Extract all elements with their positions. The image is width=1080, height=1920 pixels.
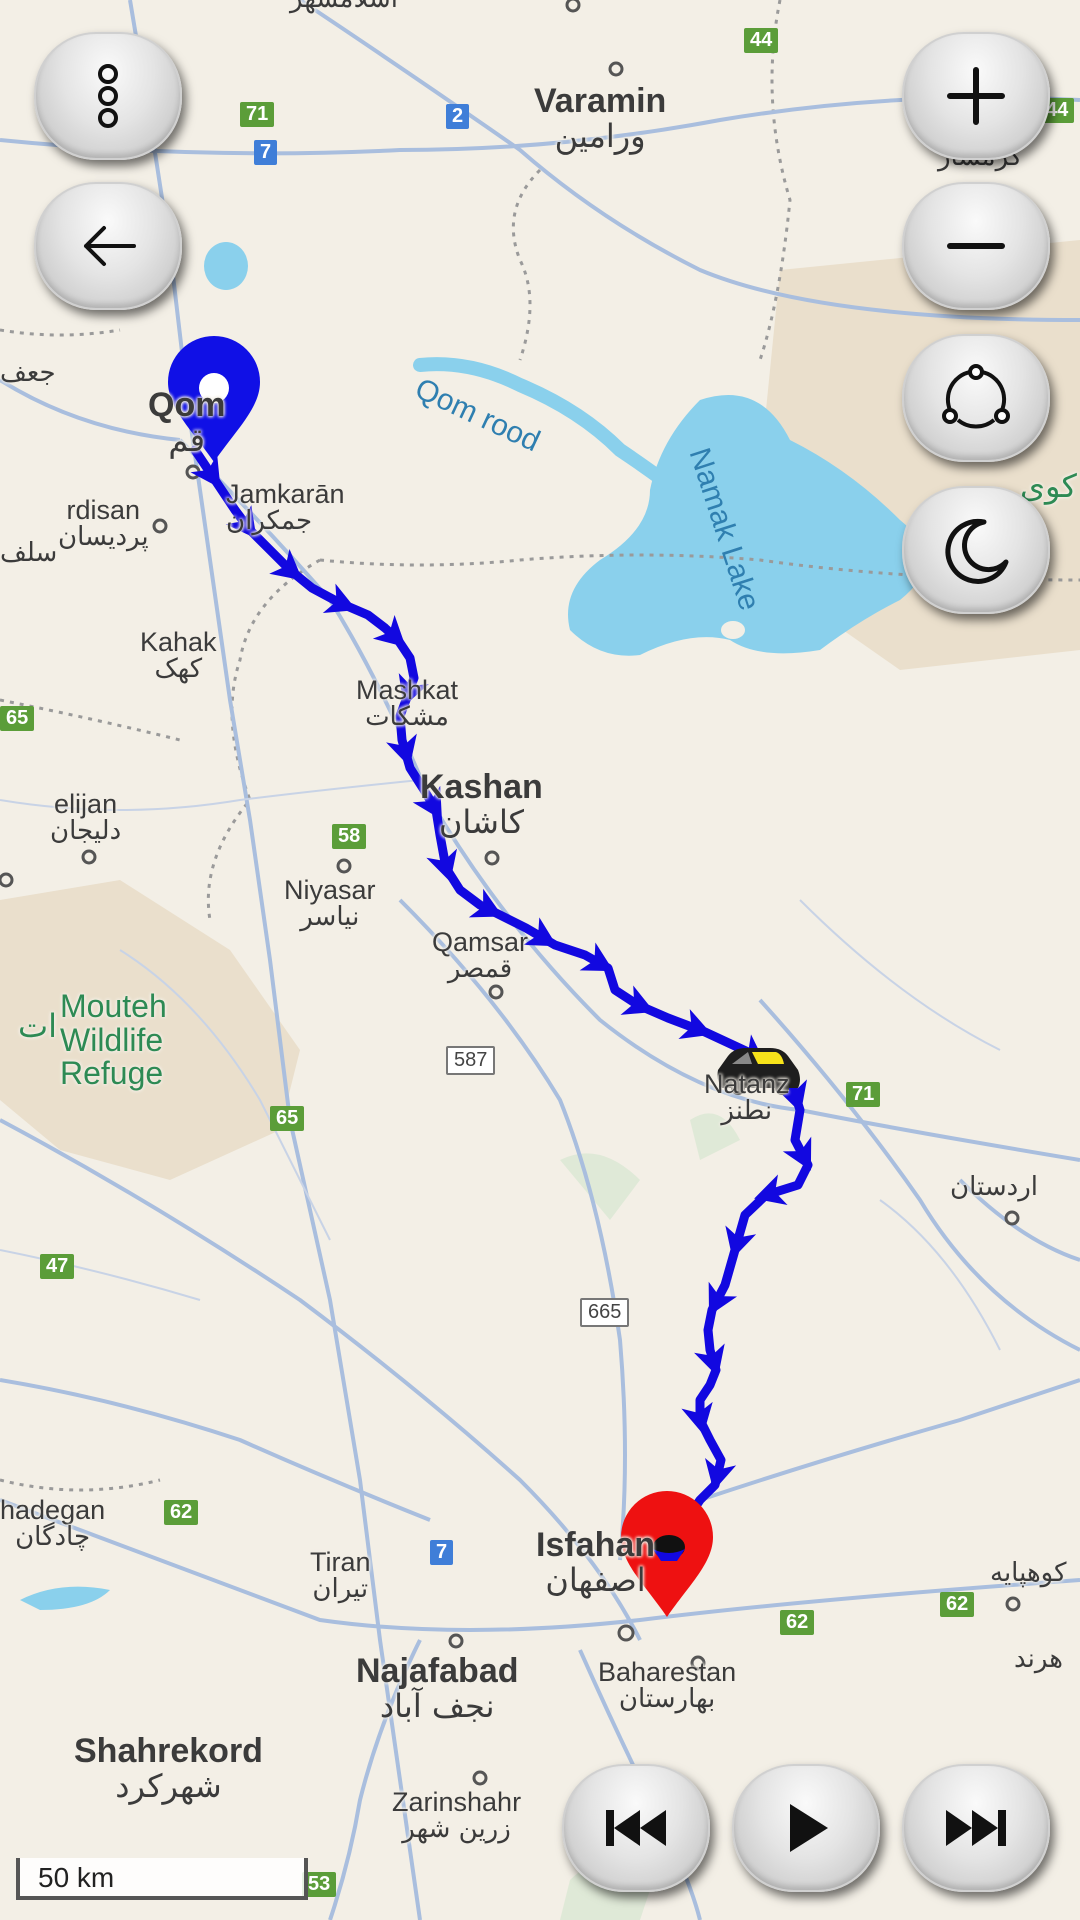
place-label-east-park: ی مل کوی xyxy=(1020,467,1080,505)
minus-icon xyxy=(947,243,1005,249)
place-label-jamkaran: Jamkarān جمکران xyxy=(226,479,345,537)
place-label-qom: Qom قم xyxy=(148,386,226,459)
play-button[interactable] xyxy=(732,1764,880,1892)
place-label-zarinshahr: Zarinshahr زرین شهر xyxy=(392,1787,522,1845)
place-label-qamsar: Qamsar قمصر xyxy=(432,927,529,985)
place-label-mouteh-fa: ات xyxy=(18,1007,58,1045)
road-shield: 2 xyxy=(446,104,470,129)
skip-forward-button[interactable] xyxy=(902,1764,1050,1892)
share-icon xyxy=(942,364,1010,429)
road-shield: 65 xyxy=(270,1106,305,1131)
place-label-chadegan: hadegan چادگان xyxy=(0,1495,106,1553)
plus-icon xyxy=(947,67,1005,125)
arrow-left-icon xyxy=(84,226,136,266)
road-shield: 44 xyxy=(744,28,779,53)
moon-icon xyxy=(945,518,1009,584)
road-shield: 58 xyxy=(332,824,367,849)
zoom-out-button[interactable] xyxy=(902,182,1050,310)
place-label-jafariyeh: جعف xyxy=(0,358,56,388)
road-shield: 7 xyxy=(430,1540,454,1565)
menu-button[interactable] xyxy=(34,32,182,160)
road-shield: 7 xyxy=(254,140,278,165)
skip-back-button[interactable] xyxy=(562,1764,710,1892)
place-label-mashkat: Mashkat مشکات xyxy=(356,675,459,733)
place-label-ardestan: اردستان xyxy=(950,1172,1039,1202)
place-label-kahak: Kahak کهک xyxy=(140,627,217,685)
pond xyxy=(204,242,248,290)
place-label-harand: هرند xyxy=(1014,1644,1063,1674)
road-shield: 71 xyxy=(240,102,275,127)
place-label-top-city: اسلامشهر xyxy=(290,0,398,13)
place-label-najafabad: Najafabad نجف آباد xyxy=(356,1652,519,1725)
scale-bar: 50 km xyxy=(16,1858,308,1900)
share-button[interactable] xyxy=(902,334,1050,462)
play-icon xyxy=(790,1804,828,1852)
road-shield: 71 xyxy=(846,1082,881,1107)
road-shield: 62 xyxy=(780,1610,815,1635)
road-shield: 62 xyxy=(940,1592,975,1617)
road-shield: 587 xyxy=(446,1046,496,1075)
skip-next-icon xyxy=(946,1810,1006,1846)
scale-label: 50 km xyxy=(38,1862,115,1893)
place-label-tiran: Tiran تیران xyxy=(310,1547,371,1605)
place-label-delijan: elijan دلیجان xyxy=(50,789,122,847)
back-button[interactable] xyxy=(34,182,182,310)
map-view[interactable]: اسلامشهر Varaminورامین گرمسار Qomقم جعف … xyxy=(0,0,1080,1920)
zoom-in-button[interactable] xyxy=(902,32,1050,160)
road-shield: 65 xyxy=(0,706,35,731)
road-shield: 665 xyxy=(580,1298,630,1327)
vertical-dots-icon xyxy=(98,64,118,128)
place-label-natanz: Natanz نطنز xyxy=(704,1069,790,1127)
night-mode-button[interactable] xyxy=(902,486,1050,614)
skip-previous-icon xyxy=(606,1810,666,1846)
place-label-pardisan: rdisan پردیسان xyxy=(58,495,149,553)
place-label-isfahan: Isfahan اصفهان xyxy=(536,1526,656,1599)
place-label-kuhpayeh: کوهپایه xyxy=(990,1558,1067,1588)
place-label-shahrekord: Shahrekord شهرکرد xyxy=(74,1732,263,1805)
place-label-varamin: Varamin ورامین xyxy=(534,82,667,155)
place-label-kashan: Kashan کاشان xyxy=(420,768,543,841)
place-label-baharestan: Baharestan بهارستان xyxy=(598,1657,737,1715)
place-label-salafchegan: سلف xyxy=(0,538,58,568)
road-shield: 47 xyxy=(40,1254,75,1279)
road-shield: 62 xyxy=(164,1500,199,1525)
place-label-niyasar: Niyasar نیاسر xyxy=(284,875,376,933)
place-label-mouteh: Mouteh Wildlife Refuge xyxy=(60,988,167,1092)
